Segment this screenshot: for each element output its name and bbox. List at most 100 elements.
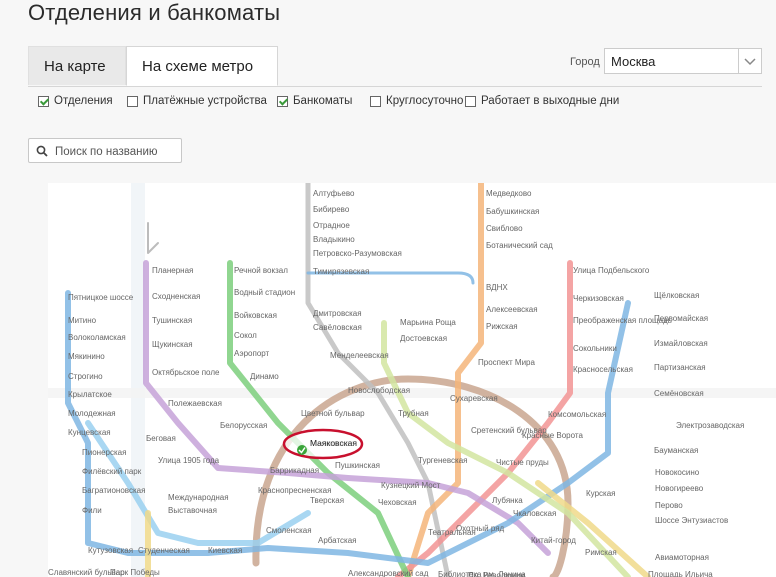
station-label[interactable]: Водный стадион <box>234 288 295 297</box>
station-label[interactable]: Новослободская <box>348 386 410 395</box>
station-label[interactable]: Тургеневская <box>418 456 467 465</box>
station-label[interactable]: Менделеевская <box>330 351 389 360</box>
checkbox-weekends[interactable] <box>465 96 476 107</box>
station-label[interactable]: Беговая <box>146 434 176 443</box>
station-label[interactable]: Пятницкое шоссе <box>68 293 134 302</box>
station-label[interactable]: Сухаревская <box>450 394 498 403</box>
station-label[interactable]: Кузнецкий Мост <box>381 481 441 490</box>
highlight-marker[interactable]: Маяковская <box>282 428 364 460</box>
station-label[interactable]: Пионерская <box>82 448 126 457</box>
station-label[interactable]: Достоевская <box>400 334 447 343</box>
station-label[interactable]: Сходненская <box>152 292 200 301</box>
station-label[interactable]: Выставочная <box>168 506 217 515</box>
station-label[interactable]: Щукинская <box>152 340 193 349</box>
station-label[interactable]: Международная <box>168 493 229 502</box>
station-label[interactable]: Войковская <box>234 311 277 320</box>
station-label[interactable]: Динамо <box>250 372 279 381</box>
station-label[interactable]: Александровский сад <box>348 569 429 577</box>
station-label[interactable]: Сретенский бульвар <box>471 426 547 435</box>
station-label[interactable]: Полежаевская <box>168 399 222 408</box>
station-label[interactable]: Октябрьское поле <box>152 368 220 377</box>
tab-map[interactable]: На карте <box>28 46 126 85</box>
station-label[interactable]: Филёвский парк <box>82 467 142 476</box>
station-label[interactable]: Измайловская <box>654 339 708 348</box>
station-label[interactable]: Театральная <box>428 528 476 537</box>
station-label[interactable]: Аэропорт <box>234 349 270 358</box>
station-label[interactable]: Смоленская <box>266 526 312 535</box>
station-label[interactable]: Мякинино <box>68 352 105 361</box>
station-label[interactable]: Площадь Ильича <box>648 570 713 577</box>
highlighted-station-label[interactable]: Маяковская <box>310 438 357 448</box>
station-label[interactable]: Арбатская <box>318 536 357 545</box>
station-label[interactable]: Алтуфьево <box>313 189 355 198</box>
tab-metro-scheme[interactable]: На схеме метро <box>126 46 278 86</box>
station-label[interactable]: Дмитровская <box>313 309 362 318</box>
station-label[interactable]: Волоколамская <box>68 333 126 342</box>
station-label[interactable]: Новогиреево <box>655 484 704 493</box>
checkbox-atms[interactable] <box>277 96 288 107</box>
search-box[interactable] <box>28 138 182 163</box>
station-label[interactable]: Баррикадная <box>270 466 319 475</box>
station-label[interactable]: Отрадное <box>313 221 350 230</box>
station-label[interactable]: Тушинская <box>152 316 192 325</box>
station-label[interactable]: Красносельская <box>573 365 633 374</box>
station-label[interactable]: Улица Подбельского <box>573 266 650 275</box>
station-label[interactable]: Багратионовская <box>82 486 145 495</box>
station-label[interactable]: Краснопресненская <box>258 486 331 495</box>
station-label[interactable]: Шоссе Энтузиастов <box>655 516 728 525</box>
station-label[interactable]: Черкизовская <box>573 294 624 303</box>
station-label[interactable]: Владыкино <box>313 235 355 244</box>
station-label[interactable]: Щёлковская <box>654 291 699 300</box>
station-label[interactable]: Сокол <box>234 331 257 340</box>
station-label[interactable]: Курская <box>586 489 615 498</box>
station-label[interactable]: Чкаловская <box>513 509 556 518</box>
station-label[interactable]: Савёловская <box>313 323 362 332</box>
checkbox-24h[interactable] <box>370 96 381 107</box>
station-label[interactable]: Первомайская <box>654 314 708 323</box>
checkbox-payment-devices[interactable] <box>127 96 138 107</box>
station-label[interactable]: Новокосино <box>655 468 700 477</box>
station-label[interactable]: Молодежная <box>68 409 116 418</box>
station-label[interactable]: Бибирево <box>313 205 350 214</box>
station-label[interactable]: Тимирязевская <box>313 267 369 276</box>
station-label[interactable]: Электрозаводская <box>676 421 744 430</box>
station-label[interactable]: Лубянка <box>492 496 523 505</box>
station-label[interactable]: Римская <box>585 548 617 557</box>
station-label[interactable]: Комсомольская <box>548 410 606 419</box>
station-label[interactable]: Алексеевская <box>486 305 538 314</box>
metro-scheme[interactable]: Алтуфьево Бибирево Отрадное Владыкино Петров… <box>48 183 776 577</box>
station-label[interactable]: Китай-город <box>531 536 576 545</box>
station-label[interactable]: Сокольники <box>573 344 617 353</box>
station-label[interactable]: Чеховская <box>378 498 417 507</box>
station-label[interactable]: Авиамоторная <box>655 553 709 562</box>
station-label[interactable]: Кунцевская <box>68 428 111 437</box>
city-select[interactable]: Москва <box>604 48 762 74</box>
station-label[interactable]: ВДНХ <box>486 283 508 292</box>
station-label[interactable]: Бабушкинская <box>486 207 539 216</box>
station-label[interactable]: Строгино <box>68 372 103 381</box>
station-label[interactable]: Фили <box>82 506 102 515</box>
station-label[interactable]: Планерная <box>152 266 193 275</box>
search-input[interactable] <box>53 142 181 161</box>
station-label[interactable]: Студенческая <box>138 546 190 555</box>
station-label[interactable]: Рижская <box>486 322 518 331</box>
station-label[interactable]: Кутузовская <box>88 546 133 555</box>
station-label[interactable]: Бауманская <box>654 446 698 455</box>
city-dropdown-button[interactable] <box>738 49 761 73</box>
station-label[interactable]: Улица 1905 года <box>158 456 220 465</box>
station-label[interactable]: Крылатское <box>68 390 112 399</box>
station-label[interactable]: Тверская <box>310 496 344 505</box>
check-icon[interactable] <box>297 445 307 455</box>
station-label[interactable]: Митино <box>68 316 97 325</box>
station-label[interactable]: Славянский бульвар <box>48 568 125 577</box>
station-label[interactable]: Чистые пруды <box>496 458 549 467</box>
station-label[interactable]: Марьина Роща <box>400 318 456 327</box>
metro-map[interactable]: Алтуфьево Бибирево Отрадное Владыкино Петров… <box>48 183 776 577</box>
station-label[interactable]: Партизанская <box>654 363 706 372</box>
station-label[interactable]: Пл. Революции <box>468 571 525 577</box>
station-label[interactable]: Пушкинская <box>335 461 380 470</box>
station-label[interactable]: Речной вокзал <box>234 266 288 275</box>
checkbox-branches[interactable] <box>38 96 49 107</box>
station-label[interactable]: Трубная <box>398 409 429 418</box>
station-label[interactable]: Белорусская <box>220 421 267 430</box>
